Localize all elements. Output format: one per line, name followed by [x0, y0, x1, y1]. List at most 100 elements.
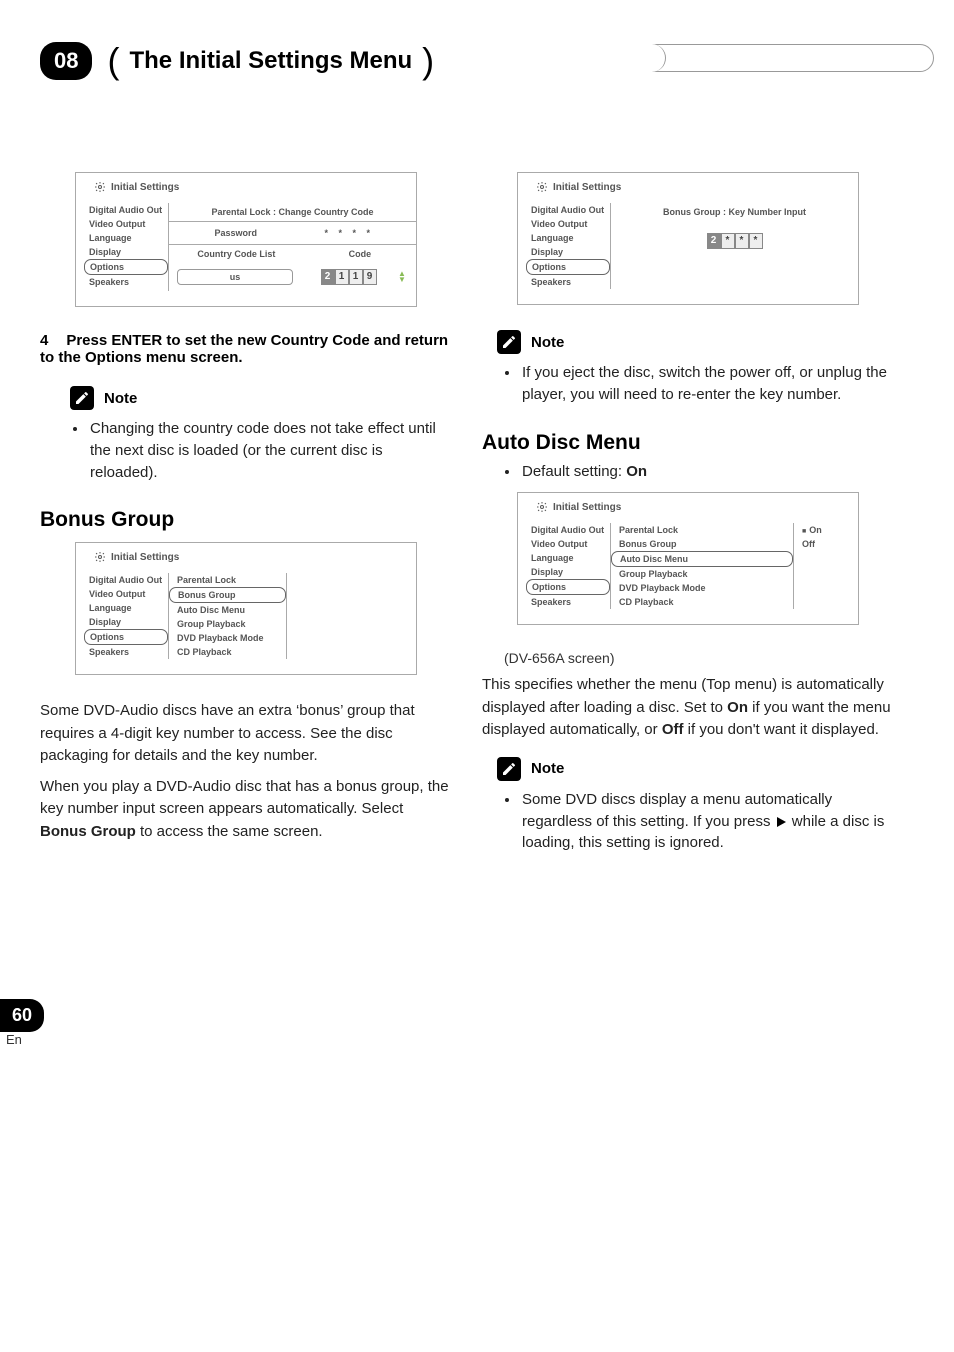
screenshot-country-code: Initial Settings Digital Audio Out Video…: [75, 172, 417, 307]
nav-item: Language: [84, 231, 168, 245]
screenshot-title: Initial Settings: [553, 182, 621, 193]
value-pane: On Off: [793, 523, 858, 609]
screenshot-header: Initial Settings: [76, 173, 416, 203]
nav-item: Speakers: [84, 645, 168, 659]
digit: 1: [349, 269, 363, 285]
submenu-item: CD Playback: [169, 645, 286, 659]
nav-item: Digital Audio Out: [84, 573, 168, 587]
nav-item: Video Output: [526, 217, 610, 231]
bonus-para-1: Some DVD-Audio discs have an extra ‘bonu…: [40, 700, 452, 768]
submenu-pane: Parental Lock Bonus Group Auto Disc Menu…: [610, 523, 793, 609]
chapter-number-badge: 08: [40, 42, 92, 80]
nav-item: Digital Audio Out: [526, 203, 610, 217]
digit: *: [735, 233, 749, 249]
note-label: Note: [531, 760, 564, 777]
auto-disc-heading: Auto Disc Menu: [482, 431, 894, 455]
digit: 9: [363, 269, 377, 285]
submenu-item: DVD Playback Mode: [611, 581, 793, 595]
submenu-item-selected: Bonus Group: [169, 587, 286, 603]
country-row: us 2 1 1 9 ▲▼: [169, 263, 416, 291]
close-paren: ): [422, 40, 434, 82]
gear-icon: [94, 551, 106, 563]
submenu-item: Parental Lock: [611, 523, 793, 537]
play-icon: [777, 817, 786, 827]
nav-item: Speakers: [84, 275, 168, 289]
submenu-item: DVD Playback Mode: [169, 631, 286, 645]
default-list: Default setting: On: [482, 461, 894, 483]
step-4: 4Press ENTER to set the new Country Code…: [40, 332, 452, 366]
note-heading: Note: [70, 386, 452, 410]
header-decor: [614, 44, 934, 72]
submenu-item: CD Playback: [611, 595, 793, 609]
nav-item: Display: [84, 615, 168, 629]
pane-title: Bonus Group : Key Number Input: [611, 203, 858, 225]
chapter-title-wrap: ( The Initial Settings Menu ): [107, 40, 434, 82]
gear-icon: [536, 501, 548, 513]
digit: 2: [707, 233, 721, 249]
note-bullet: If you eject the disc, switch the power …: [520, 362, 894, 406]
digit: *: [749, 233, 763, 249]
auto-disc-para: This specifies whether the menu (Top men…: [482, 674, 894, 742]
page-footer: 60 En: [40, 999, 894, 1051]
left-nav: Digital Audio Out Video Output Language …: [76, 203, 168, 291]
screenshot-title: Initial Settings: [111, 552, 179, 563]
password-label: Password: [179, 228, 293, 238]
nav-item: Speakers: [526, 275, 610, 289]
screenshot-key-input: Initial Settings Digital Audio Out Video…: [517, 172, 859, 305]
step-text: Press ENTER to set the new Country Code …: [40, 332, 448, 366]
nav-item: Language: [526, 231, 610, 245]
left-column: Initial Settings Digital Audio Out Video…: [40, 162, 452, 879]
pencil-note-icon: [497, 757, 521, 781]
submenu-item: Bonus Group: [611, 537, 793, 551]
nav-item: Language: [526, 551, 610, 565]
submenu-item-selected: Auto Disc Menu: [611, 551, 793, 567]
nav-item: Digital Audio Out: [84, 203, 168, 217]
left-nav: Digital Audio Out Video Output Language …: [518, 523, 610, 609]
nav-item: Display: [526, 245, 610, 259]
nav-item-selected: Options: [526, 579, 610, 595]
chapter-title: The Initial Settings Menu: [129, 47, 412, 75]
step-number: 4: [40, 332, 48, 349]
submenu-item: Group Playback: [611, 567, 793, 581]
note-bullet: Some DVD discs display a menu automatica…: [520, 789, 894, 854]
country-value: us: [177, 269, 293, 285]
key-digits: 2 * * *: [611, 233, 858, 249]
note-heading: Note: [497, 330, 894, 354]
key-input-pane: Bonus Group : Key Number Input 2 * * *: [610, 203, 858, 289]
password-mask: * * * *: [293, 228, 407, 238]
gear-icon: [536, 181, 548, 193]
page-number: 60: [0, 999, 44, 1032]
screenshot-bonus-menu: Initial Settings Digital Audio Out Video…: [75, 542, 417, 675]
screenshot-auto-disc: Initial Settings Digital Audio Out Video…: [517, 492, 859, 625]
submenu-item: Parental Lock: [169, 573, 286, 587]
submenu-pane: Parental Lock Bonus Group Auto Disc Menu…: [168, 573, 286, 659]
digit: 1: [335, 269, 349, 285]
screenshot-title: Initial Settings: [111, 182, 179, 193]
nav-item: Speakers: [526, 595, 610, 609]
page-lang: En: [6, 1032, 50, 1047]
digit: *: [721, 233, 735, 249]
open-paren: (: [107, 40, 119, 82]
note-list: Some DVD discs display a menu automatica…: [482, 789, 894, 854]
default-setting: Default setting: On: [520, 461, 894, 483]
submenu-item: Auto Disc Menu: [169, 603, 286, 617]
bonus-para-2: When you play a DVD-Audio disc that has …: [40, 776, 452, 844]
nav-item-selected: Options: [84, 629, 168, 645]
pencil-note-icon: [497, 330, 521, 354]
option-off: Off: [798, 537, 854, 551]
nav-item: Video Output: [84, 217, 168, 231]
col-header-b: Code: [304, 249, 416, 259]
nav-item-selected: Options: [526, 259, 610, 275]
nav-item: Digital Audio Out: [526, 523, 610, 537]
up-down-arrows-icon: ▲▼: [396, 271, 408, 283]
option-on: On: [798, 523, 854, 537]
right-column: Initial Settings Digital Audio Out Video…: [482, 162, 894, 879]
submenu-item: Group Playback: [169, 617, 286, 631]
note-heading: Note: [497, 757, 894, 781]
nav-item: Language: [84, 601, 168, 615]
empty-pane: [286, 573, 416, 659]
screenshot-title: Initial Settings: [553, 502, 621, 513]
chapter-header: 08 ( The Initial Settings Menu ): [40, 40, 894, 82]
bonus-group-heading: Bonus Group: [40, 508, 452, 532]
right-pane: Parental Lock : Change Country Code Pass…: [168, 203, 416, 291]
